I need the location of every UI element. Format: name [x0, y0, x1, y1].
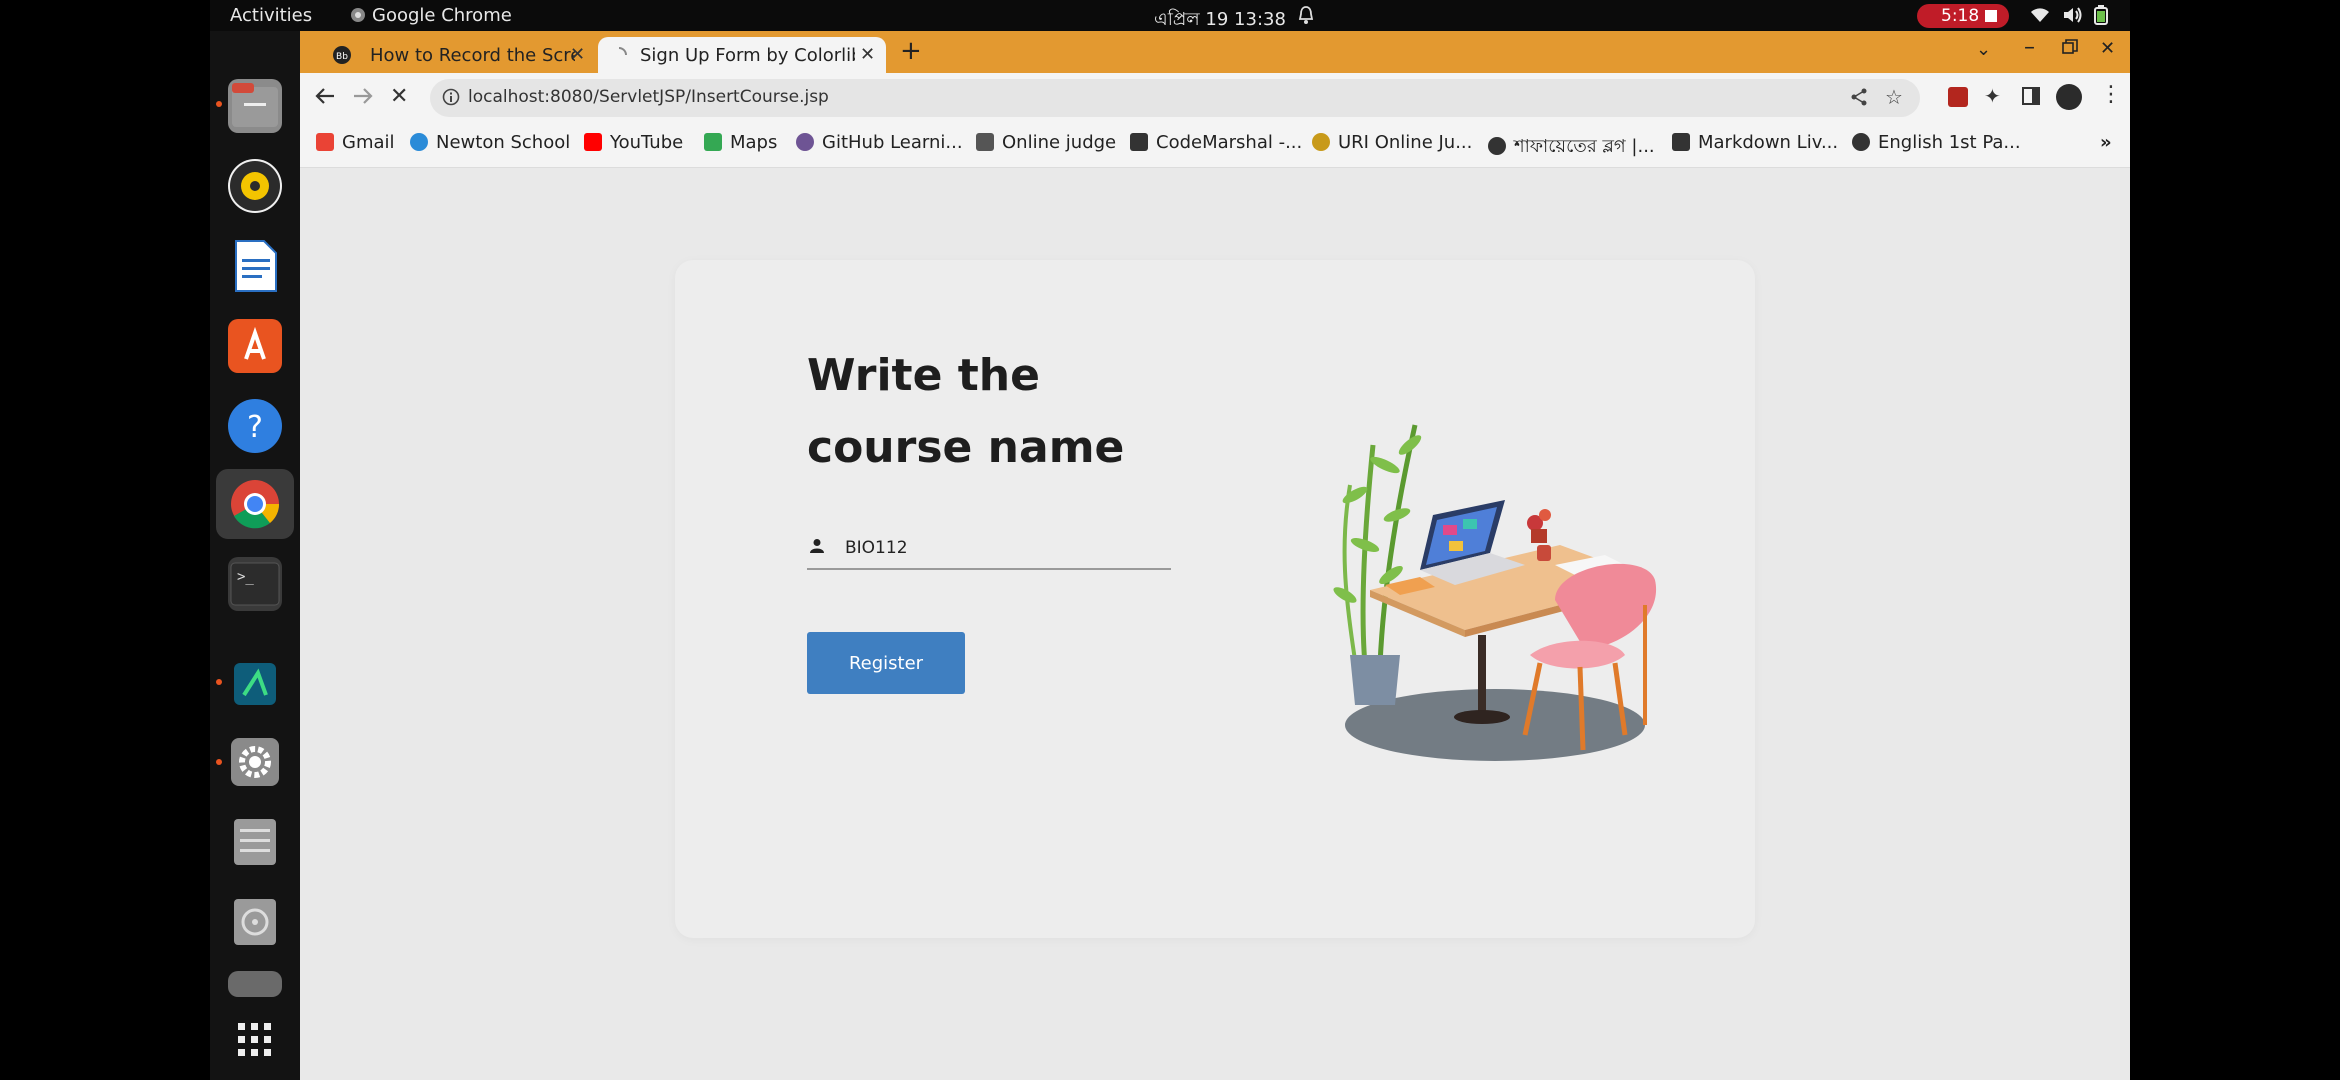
bookmark-online-judge[interactable]: Online judge — [976, 132, 1116, 153]
settings-icon[interactable] — [228, 735, 282, 789]
extension-red-icon[interactable] — [1948, 87, 1968, 107]
activities-button[interactable]: Activities — [230, 5, 312, 26]
tab-label: Sign Up Form by Colorlib — [640, 45, 855, 66]
form-heading-line1: Write the — [807, 350, 1040, 401]
extensions-puzzle-icon[interactable]: ✦ — [1984, 84, 2001, 108]
url-text: localhost:8080/ServletJSP/InsertCourse.j… — [468, 87, 829, 107]
codemarshal-icon — [1130, 133, 1148, 151]
file-list-icon[interactable] — [228, 815, 282, 869]
writer-icon[interactable] — [228, 239, 282, 293]
tab-loading-icon — [610, 46, 628, 69]
browser-toolbar: ✕ localhost:8080/ServletJSP/InsertCourse… — [300, 73, 2130, 123]
files-icon[interactable] — [228, 79, 282, 133]
profile-avatar[interactable] — [2056, 84, 2082, 110]
bookmark-gmail[interactable]: Gmail — [316, 132, 395, 153]
chrome-icon[interactable] — [228, 477, 282, 531]
tab-search-chevron-down-icon[interactable]: ⌄ — [1976, 39, 1991, 60]
bookmark-english-1st-paper[interactable]: English 1st Pa... — [1852, 132, 2021, 153]
tab-close-icon[interactable]: ✕ — [570, 44, 585, 65]
youtube-icon — [584, 133, 602, 151]
bookmark-shafaet-blog[interactable]: শাফায়েতের ব্লগ |... — [1488, 132, 1655, 163]
wifi-icon[interactable] — [2030, 6, 2050, 29]
folder-icon — [976, 133, 994, 151]
tab-how-to-record[interactable]: Bb How to Record the Screen ✕ — [320, 37, 592, 73]
svg-text:>_: >_ — [237, 569, 254, 585]
svg-text:Bb: Bb — [336, 52, 348, 62]
battery-icon[interactable] — [2094, 5, 2108, 30]
help-icon[interactable]: ? — [228, 399, 282, 453]
globe-icon — [1852, 133, 1870, 151]
rhythmbox-icon[interactable] — [228, 159, 282, 213]
bookmark-github-learning[interactable]: GitHub Learni... — [796, 132, 963, 153]
tab-sign-up-form[interactable]: Sign Up Form by Colorlib ✕ — [598, 37, 886, 73]
dock: ? >_ — [210, 31, 300, 1080]
gmail-icon — [316, 133, 334, 151]
app-grid-icon[interactable] — [228, 1013, 282, 1067]
new-tab-icon[interactable]: + — [900, 36, 922, 66]
bookmark-codemarshal[interactable]: CodeMarshal -... — [1130, 132, 1302, 153]
active-app-menu[interactable]: Google Chrome — [372, 5, 512, 26]
course-name-input[interactable] — [843, 532, 1167, 564]
globe-icon — [1488, 137, 1506, 155]
terminal-icon[interactable]: >_ — [228, 557, 282, 611]
page-content: Write the course name Register — [300, 168, 2130, 1080]
maps-icon — [704, 133, 722, 151]
form-heading-line2: course name — [807, 422, 1125, 473]
volume-icon[interactable] — [2062, 6, 2084, 29]
restore-icon[interactable] — [2062, 39, 2078, 59]
close-window-icon[interactable]: ✕ — [2100, 38, 2115, 59]
android-studio-icon[interactable] — [228, 655, 282, 709]
address-bar[interactable]: localhost:8080/ServletJSP/InsertCourse.j… — [430, 79, 1920, 117]
trash-icon[interactable] — [228, 971, 282, 997]
uri-icon — [1312, 133, 1330, 151]
svg-text:?: ? — [247, 410, 263, 445]
desk-illustration — [1333, 424, 1657, 761]
bookmark-markdown-live[interactable]: Markdown Liv... — [1672, 132, 1838, 153]
signup-card: Write the course name Register — [675, 260, 1755, 938]
share-icon[interactable] — [1850, 88, 1868, 110]
side-panel-icon[interactable] — [2022, 87, 2040, 109]
screen-recording-indicator[interactable]: 5:18 — [1917, 4, 2009, 28]
browser-window: Bb How to Record the Screen ✕ Sign Up Fo… — [300, 31, 2130, 1080]
tab-close-icon[interactable]: ✕ — [860, 44, 875, 65]
app-center-icon[interactable] — [228, 319, 282, 373]
tab-label: How to Record the Screen — [370, 45, 575, 66]
minimize-icon[interactable]: – — [2024, 35, 2035, 60]
bookmarks-bar: Gmail Newton School YouTube Maps GitHub … — [300, 123, 2130, 168]
more-menu-icon[interactable]: ⋮ — [2100, 82, 2122, 107]
github-icon — [796, 133, 814, 151]
register-button[interactable]: Register — [807, 632, 965, 694]
back-icon[interactable] — [314, 85, 336, 111]
course-name-field — [807, 528, 1171, 570]
bookmark-uri-online-judge[interactable]: URI Online Ju... — [1312, 132, 1472, 153]
bookmark-maps[interactable]: Maps — [704, 132, 777, 153]
disc-icon[interactable] — [228, 895, 282, 949]
notification-bell-icon — [1297, 5, 1315, 30]
bookmark-star-icon[interactable]: ☆ — [1885, 85, 1903, 109]
stop-loading-icon[interactable]: ✕ — [390, 84, 408, 109]
person-icon — [809, 538, 825, 558]
markdown-icon — [1672, 133, 1690, 151]
bookmark-youtube[interactable]: YouTube — [584, 132, 683, 153]
forward-icon[interactable] — [352, 85, 374, 111]
site-info-icon[interactable] — [442, 88, 460, 110]
tab-favicon-icon: Bb — [332, 45, 352, 70]
bookmark-newton-school[interactable]: Newton School — [410, 132, 570, 153]
system-top-bar: Activities Google Chrome এপ্রিল 19 13:38… — [210, 0, 2130, 31]
chrome-small-icon — [350, 7, 366, 28]
tab-strip: Bb How to Record the Screen ✕ Sign Up Fo… — [300, 31, 2130, 73]
newton-school-icon — [410, 133, 428, 151]
bookmarks-overflow-icon[interactable]: » — [2100, 132, 2112, 153]
